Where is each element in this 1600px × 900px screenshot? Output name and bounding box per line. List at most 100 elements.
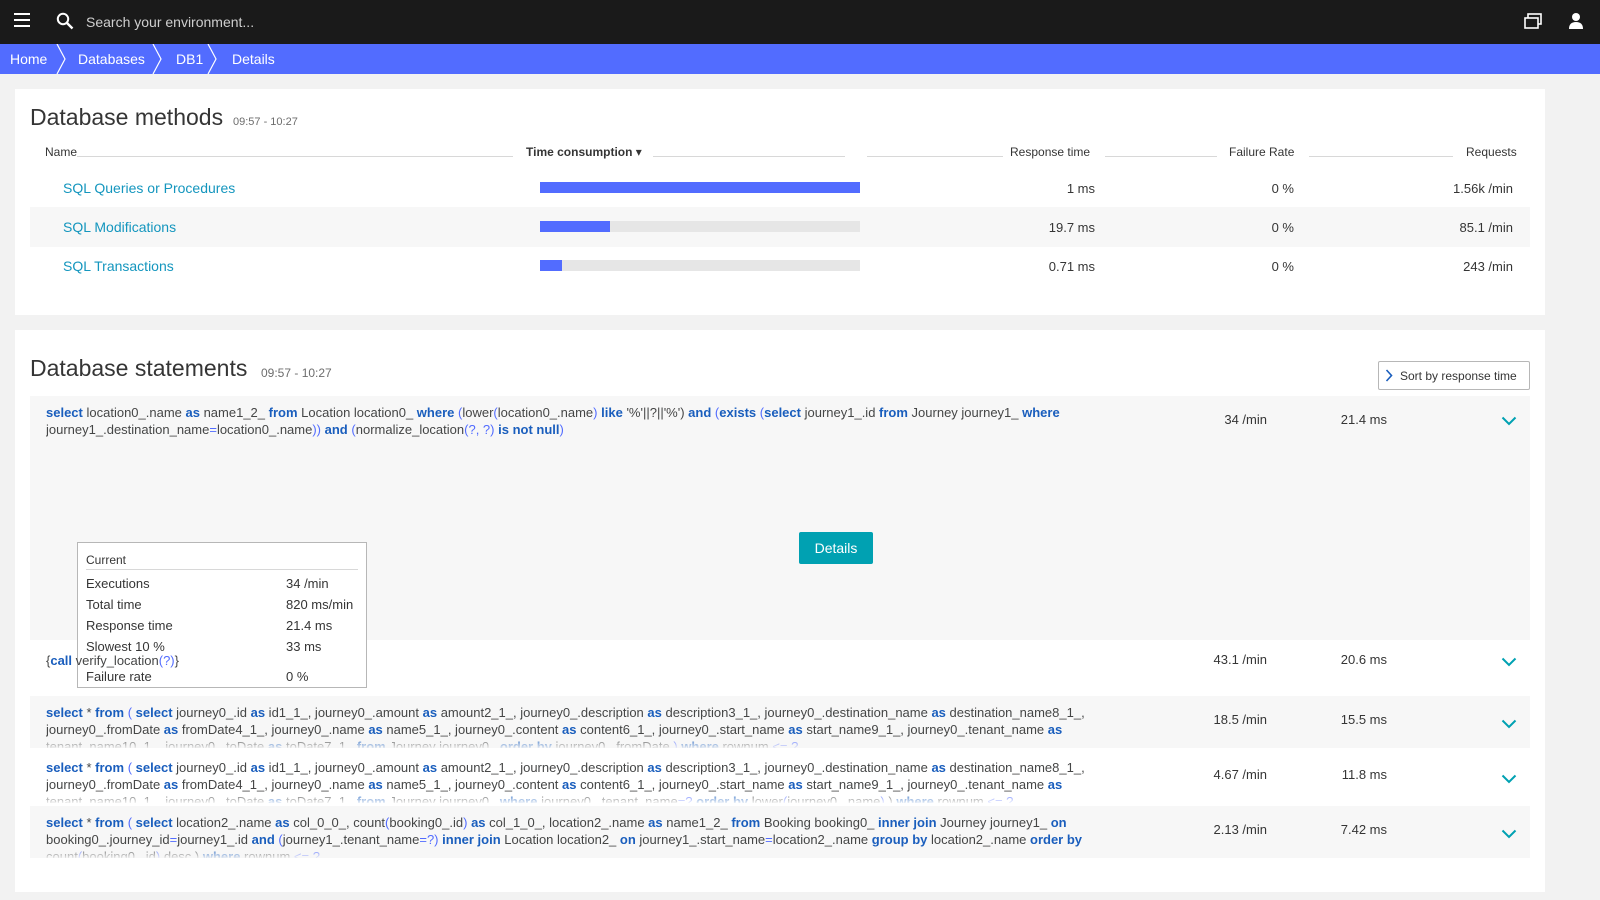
method-link[interactable]: SQL Transactions [63, 258, 174, 274]
chevron-down-icon[interactable] [1501, 829, 1517, 839]
statement-row[interactable]: select * from ( select journey0_.id as i… [30, 751, 1530, 803]
sql-line: select * from ( select location2_.name a… [46, 814, 1156, 831]
breadcrumb-db1[interactable]: DB1 [176, 44, 203, 74]
sql-statement-text: {call verify_location(?)} [46, 652, 1156, 669]
sql-keyword: as [1047, 777, 1063, 792]
sql-token: '%'||?||'%') [622, 405, 689, 420]
sql-keyword: as [788, 722, 803, 737]
breadcrumb-home[interactable]: Home [10, 44, 47, 74]
sql-keyword: as [275, 815, 290, 830]
sql-keyword: as [788, 777, 803, 792]
column-header-name[interactable]: Name [45, 145, 77, 159]
column-header-time-consumption[interactable]: Time consumption ▾ [526, 145, 642, 159]
statement-rate: 2.13 /min [1213, 822, 1267, 837]
sql-token: location2_.name [927, 832, 1030, 847]
methods-time-range: 09:57 - 10:27 [233, 116, 298, 128]
user-icon[interactable] [1568, 12, 1584, 30]
sql-token: Booking booking0_ [760, 815, 879, 830]
sql-keyword: order by [1030, 832, 1083, 847]
method-response-time: 19.7 ms [1048, 220, 1095, 235]
method-response-time: 0.71 ms [1048, 259, 1095, 274]
statement-rate: 34 /min [1224, 412, 1267, 427]
sql-token: location0_.name [216, 422, 313, 437]
sql-token: Location location2_ [500, 832, 620, 847]
sql-token: content6_1_, journey0_.start_name [576, 777, 789, 792]
chevron-down-icon[interactable] [1501, 416, 1517, 426]
sql-token: * [82, 760, 96, 775]
sql-token: id1_1_, journey0_.amount [265, 760, 423, 775]
sql-token: journey0_.id [172, 760, 251, 775]
column-divider [1309, 156, 1453, 157]
sql-token: = [209, 422, 217, 437]
sql-token: (?) [158, 653, 175, 668]
sql-token: location2_.name [772, 832, 872, 847]
metrics-divider [86, 569, 358, 570]
sql-keyword: where [1022, 405, 1060, 420]
sort-by-response-time-button[interactable]: Sort by response time [1378, 361, 1530, 390]
statement-row[interactable]: {call verify_location(?)} 43.1 /min 20.6… [30, 643, 1530, 693]
statement-row[interactable]: select * from ( select journey0_.id as i… [30, 696, 1530, 748]
sql-token: journey0_.fromDate [46, 722, 164, 737]
chevron-down-icon[interactable] [1501, 657, 1517, 667]
column-header-failure-rate[interactable]: Failure Rate [1229, 145, 1294, 159]
column-header-requests[interactable]: Requests [1466, 145, 1517, 159]
sql-keyword: group by [871, 832, 928, 847]
details-button[interactable]: Details [799, 532, 873, 564]
sql-keyword: select [46, 760, 83, 775]
metric-label: Response time [86, 618, 173, 633]
sql-token: journey1_.tenant_name [282, 832, 420, 847]
breadcrumb-databases[interactable]: Databases [78, 44, 145, 74]
chevron-right-icon [1385, 369, 1393, 382]
windows-icon[interactable] [1524, 13, 1542, 29]
sql-keyword: as [1047, 722, 1063, 737]
search-input[interactable] [86, 10, 506, 34]
sql-keyword: select [135, 760, 173, 775]
sql-keyword: as [422, 705, 438, 720]
sql-token: col_0_0_, count [289, 815, 386, 830]
sql-keyword: from [95, 815, 125, 830]
sql-token: )) [312, 422, 322, 437]
statement-response-time: 7.42 ms [1340, 822, 1387, 837]
methods-title: Database methods [30, 104, 224, 130]
sql-token: amount2_1_, journey0_.description [437, 760, 648, 775]
method-link[interactable]: SQL Modifications [63, 219, 176, 235]
sql-token: journey0_.fromDate [46, 777, 164, 792]
sql-keyword: from [95, 705, 125, 720]
sql-token: ) [559, 422, 564, 437]
text-fade-overlay [30, 736, 1530, 748]
chevron-down-icon[interactable] [1501, 774, 1517, 784]
hamburger-menu-icon[interactable] [14, 13, 30, 31]
sql-token: location0_.name [497, 405, 594, 420]
sql-keyword: exists [719, 405, 757, 420]
metrics-header: Current [86, 553, 127, 567]
sql-token: Location location0_ [297, 405, 417, 420]
sql-keyword: as [471, 815, 486, 830]
sql-keyword: like [601, 405, 623, 420]
statement-row[interactable]: select * from ( select location2_.name a… [30, 806, 1530, 858]
statement-rate: 18.5 /min [1213, 712, 1267, 727]
sql-token: } [174, 653, 179, 668]
method-failure-rate: 0 % [1271, 220, 1294, 235]
chevron-down-icon[interactable] [1501, 719, 1517, 729]
time-consumption-bar-fill [540, 221, 611, 232]
method-link[interactable]: SQL Queries or Procedures [63, 180, 235, 196]
metric-value: 820 ms/min [286, 597, 354, 612]
column-header-response-time[interactable]: Response time [1010, 145, 1090, 159]
time-consumption-bar [540, 221, 860, 232]
sql-keyword: inner join [442, 832, 501, 847]
statement-response-time: 11.8 ms [1341, 767, 1387, 782]
sql-statement-text: select location0_.name as name1_2_ from … [46, 404, 1156, 438]
sql-keyword: select [46, 705, 83, 720]
sql-keyword: as [562, 777, 577, 792]
statement-rate: 4.67 /min [1213, 767, 1267, 782]
metric-value: 21.4 ms [286, 618, 333, 633]
breadcrumb-separator-icon [152, 44, 162, 74]
sql-keyword: where [416, 405, 455, 420]
sql-token: * [82, 705, 96, 720]
method-row: SQL Transactions 0.71 ms 0 % 243 /min [30, 246, 1530, 286]
sql-keyword: inner join [878, 815, 937, 830]
sql-keyword: select [46, 815, 83, 830]
sql-token: booking0_.journey_id [46, 832, 170, 847]
sql-token: location0_.name [82, 405, 186, 420]
statement-row-expanded[interactable]: select location0_.name as name1_2_ from … [30, 396, 1530, 688]
